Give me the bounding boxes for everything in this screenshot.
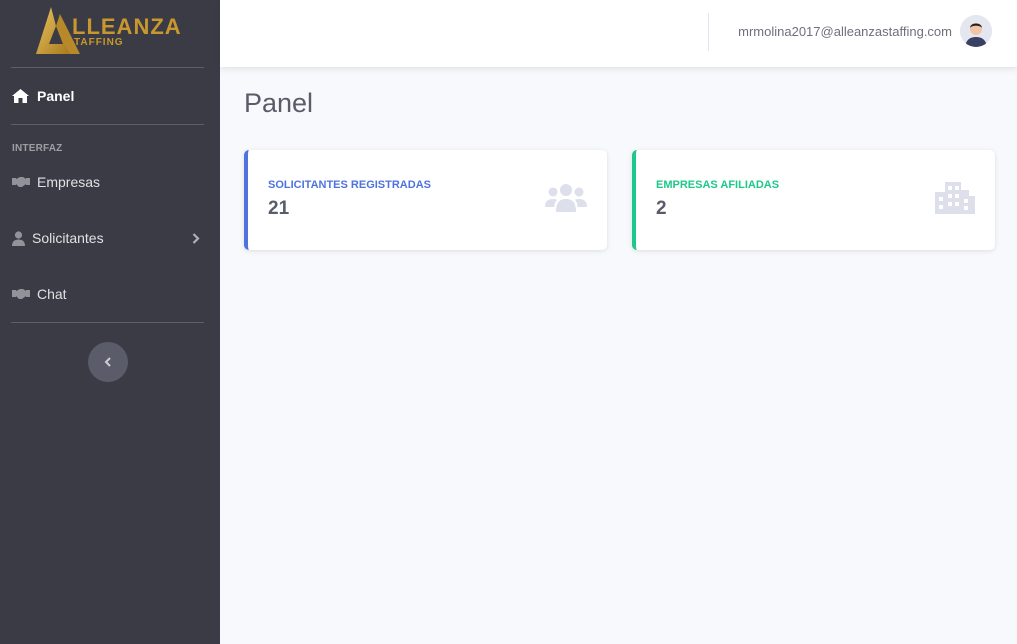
sidebar-item-label: Panel [37,88,75,104]
brand-logo[interactable]: LLEANZA TAFFING [0,0,220,67]
user-email[interactable]: mrmolina2017@alleanzastaffing.com [738,24,952,39]
sidebar-heading: INTERFAZ [12,143,63,154]
home-icon [12,88,30,104]
sidebar-item-label: Chat [37,286,67,302]
sidebar-item-empresas[interactable]: Empresas [0,158,220,206]
sidebar-item-label: Empresas [37,174,101,190]
chevron-left-icon [104,357,111,367]
sidebar-toggle-button[interactable] [88,342,128,382]
handshake-icon [12,174,30,190]
user-avatar-icon [960,15,992,47]
sidebar-item-label: Solicitantes [32,230,104,246]
sidebar-divider [11,322,204,323]
card-label: SOLICITANTES REGISTRADAS [268,179,431,191]
handshake-icon [12,286,30,302]
sidebar-item-solicitantes[interactable]: Solicitantes [0,206,220,270]
brand-name: LLEANZA [72,14,182,39]
sidebar-item-chat[interactable]: Chat [0,270,220,318]
stat-card-empresas: EMPRESAS AFILIADAS 2 [632,150,995,250]
sidebar-item-panel[interactable]: Panel [0,68,220,124]
topbar-divider [708,13,709,51]
brand-text: LLEANZA TAFFING [72,16,182,48]
avatar[interactable] [960,15,992,47]
sidebar: LLEANZA TAFFING Panel INTERFAZ Empresas … [0,0,220,644]
stat-card-solicitantes: SOLICITANTES REGISTRADAS 21 [244,150,607,250]
brand-subname: TAFFING [74,37,124,48]
chevron-right-icon [192,231,200,247]
user-icon [12,230,25,246]
page-title: Panel [244,88,314,118]
topbar: mrmolina2017@alleanzastaffing.com [220,0,1017,67]
card-value: 2 [656,198,667,219]
users-icon [545,183,587,218]
card-label: EMPRESAS AFILIADAS [656,179,780,191]
building-icon [935,182,975,219]
card-value: 21 [268,198,290,219]
